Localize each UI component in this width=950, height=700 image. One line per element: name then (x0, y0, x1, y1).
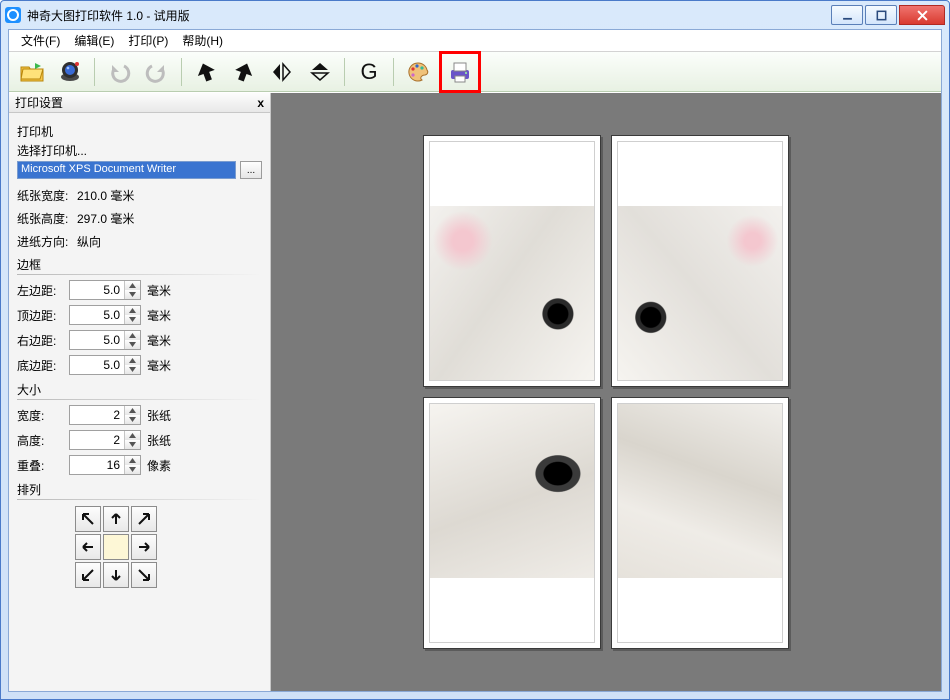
overlap-label: 重叠: (17, 457, 69, 474)
arrange-w-button[interactable] (75, 534, 101, 560)
paper-width-label: 纸张宽度: (17, 187, 77, 204)
rotate-ccw-button[interactable] (189, 55, 223, 89)
flip-horizontal-button[interactable] (265, 55, 299, 89)
sidebar-title: 打印设置 (15, 94, 63, 111)
menu-edit[interactable]: 编辑(E) (68, 30, 120, 51)
page-tile-3[interactable] (423, 397, 601, 649)
margin-right-input[interactable]: 5.0 (69, 330, 141, 350)
arrange-center-button[interactable] (103, 534, 129, 560)
feed-dir-label: 进纸方向: (17, 233, 77, 250)
close-button[interactable] (899, 5, 945, 25)
paper-height-label: 纸张高度: (17, 210, 77, 227)
image-segment (430, 206, 594, 380)
margin-top-label: 顶边距: (17, 307, 69, 324)
flip-vertical-button[interactable] (303, 55, 337, 89)
titlebar[interactable]: 神奇大图打印软件 1.0 - 试用版 (1, 1, 949, 29)
arrange-nw-button[interactable] (75, 506, 101, 532)
margin-left-label: 左边距: (17, 282, 69, 299)
overlap-input[interactable]: 16 (69, 455, 141, 475)
app-icon (5, 7, 21, 23)
svg-text:G: G (360, 59, 377, 84)
maximize-button[interactable] (865, 5, 897, 25)
redo-button[interactable] (140, 55, 174, 89)
page-tile-4[interactable] (611, 397, 789, 649)
size-height-input[interactable]: 2 (69, 430, 141, 450)
menu-print[interactable]: 打印(P) (122, 30, 174, 51)
window-frame: 神奇大图打印软件 1.0 - 试用版 文件(F) 编辑(E) 打印(P) 帮助(… (0, 0, 950, 700)
spin-up-icon[interactable] (125, 281, 140, 290)
arrange-grid (75, 506, 262, 588)
minimize-button[interactable] (831, 5, 863, 25)
size-section-label: 大小 (17, 381, 262, 400)
page-tile-2[interactable] (611, 135, 789, 387)
arrange-e-button[interactable] (131, 534, 157, 560)
print-button[interactable] (443, 55, 477, 89)
grayscale-button[interactable]: G (352, 55, 386, 89)
rotate-cw-button[interactable] (227, 55, 261, 89)
margin-bottom-input[interactable]: 5.0 (69, 355, 141, 375)
image-segment (618, 206, 782, 380)
printer-section-label: 打印机 (17, 123, 262, 140)
open-file-button[interactable] (15, 55, 49, 89)
client-area: 文件(F) 编辑(E) 打印(P) 帮助(H) (8, 29, 942, 692)
printer-browse-button[interactable]: ... (240, 161, 262, 179)
arrange-sw-button[interactable] (75, 562, 101, 588)
toolbar: G (9, 52, 941, 92)
arrange-n-button[interactable] (103, 506, 129, 532)
menubar: 文件(F) 编辑(E) 打印(P) 帮助(H) (9, 30, 941, 52)
border-section-label: 边框 (17, 256, 262, 275)
arrange-section-label: 排列 (17, 481, 262, 500)
camera-button[interactable] (53, 55, 87, 89)
select-printer-label: 选择打印机... (17, 142, 262, 159)
margin-bottom-label: 底边距: (17, 357, 69, 374)
paper-width-value: 210.0 毫米 (77, 187, 134, 204)
preview-canvas[interactable] (271, 93, 941, 691)
page-grid (423, 135, 789, 649)
spin-down-icon[interactable] (125, 290, 140, 299)
margin-right-label: 右边距: (17, 332, 69, 349)
window-title: 神奇大图打印软件 1.0 - 试用版 (27, 7, 831, 24)
printer-selected-value[interactable]: Microsoft XPS Document Writer (17, 161, 236, 179)
palette-button[interactable] (401, 55, 435, 89)
sidebar-header: 打印设置 x (9, 93, 270, 113)
arrange-s-button[interactable] (103, 562, 129, 588)
undo-button[interactable] (102, 55, 136, 89)
sidebar-close-button[interactable]: x (257, 96, 264, 110)
size-width-input[interactable]: 2 (69, 405, 141, 425)
size-width-label: 宽度: (17, 407, 69, 424)
feed-dir-value: 纵向 (77, 233, 101, 250)
arrange-ne-button[interactable] (131, 506, 157, 532)
settings-sidebar: 打印设置 x 打印机 选择打印机... Microsoft XPS Docume… (9, 93, 271, 691)
image-segment (618, 404, 782, 578)
page-tile-1[interactable] (423, 135, 601, 387)
menu-help[interactable]: 帮助(H) (176, 30, 229, 51)
margin-left-input[interactable]: 5.0 (69, 280, 141, 300)
paper-height-value: 297.0 毫米 (77, 210, 134, 227)
margin-unit: 毫米 (147, 282, 171, 299)
margin-top-input[interactable]: 5.0 (69, 305, 141, 325)
size-height-label: 高度: (17, 432, 69, 449)
arrange-se-button[interactable] (131, 562, 157, 588)
print-button-highlight (439, 51, 481, 93)
image-segment (430, 404, 594, 578)
menu-file[interactable]: 文件(F) (15, 30, 66, 51)
